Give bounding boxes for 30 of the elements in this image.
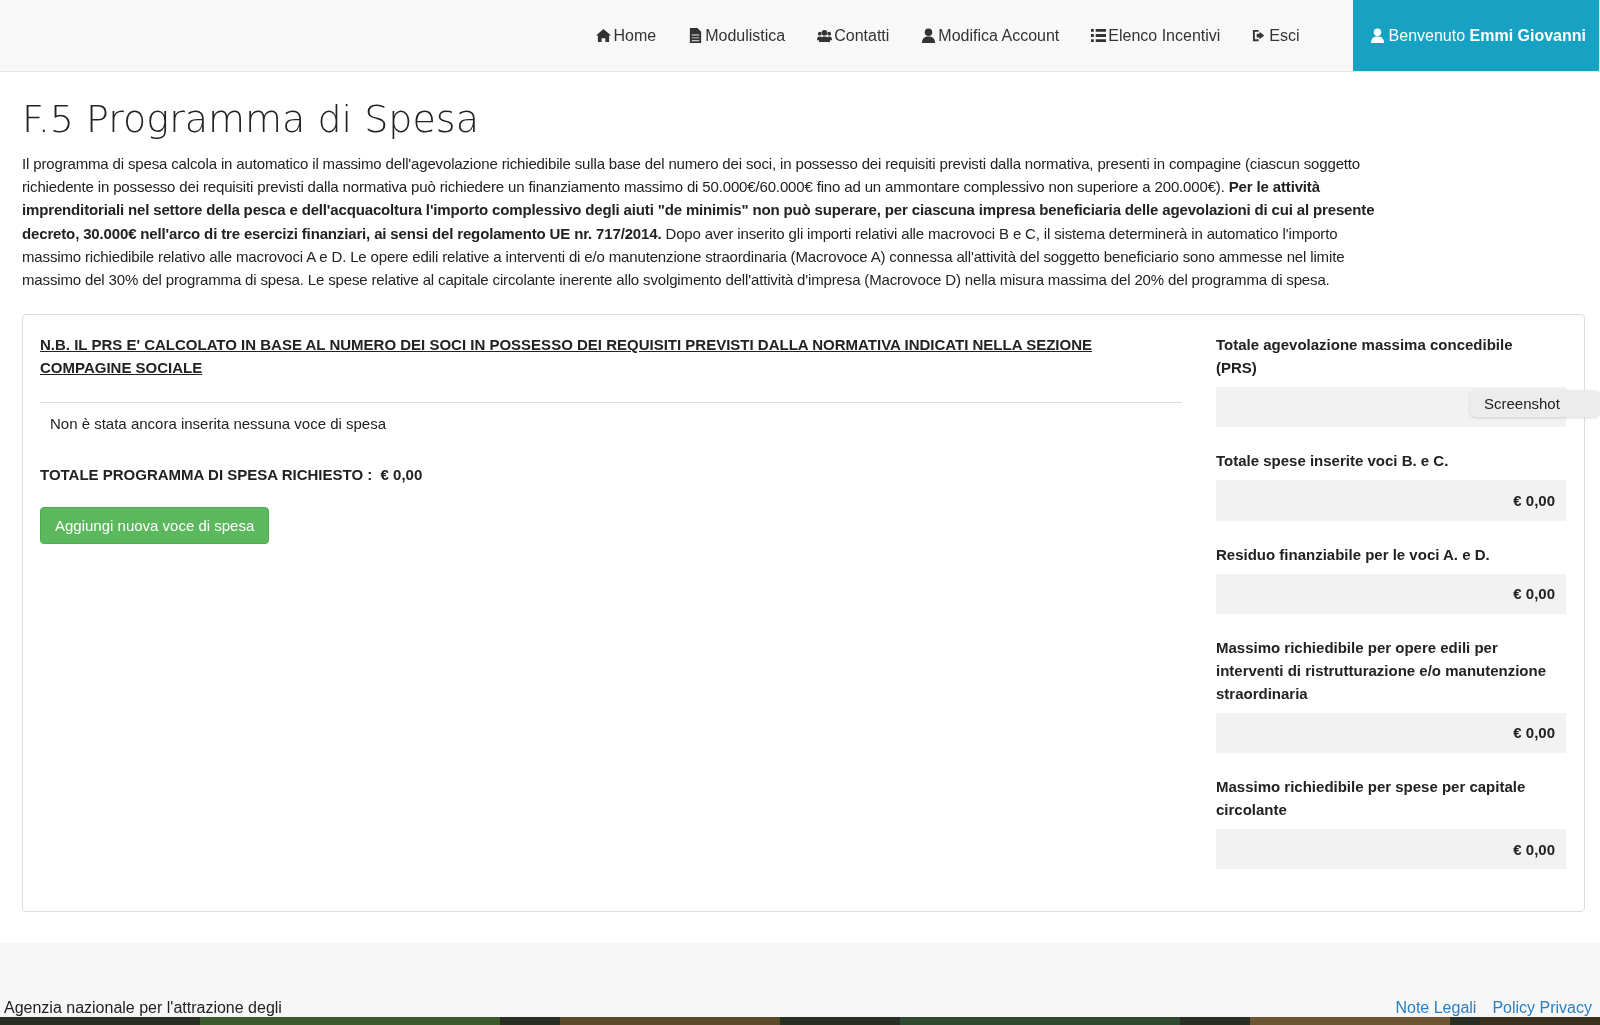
- field-label: Residuo finanziabile per le voci A. e D.: [1216, 544, 1491, 565]
- page-title: F.5 Programma di Spesa: [22, 96, 480, 142]
- nav-link[interactable]: Esci: [1237, 0, 1315, 71]
- amount-field[interactable]: € 0,00: [1216, 480, 1566, 521]
- total-text: TOTALE PROGRAMMA DI SPESA RICHIESTO : € 0,00: [40, 466, 424, 484]
- home-icon: [596, 28, 612, 43]
- amount-field[interactable]: € 0,00: [1216, 573, 1566, 614]
- nav-link[interactable]: Modifica Account: [906, 0, 1075, 71]
- field-label: Totale agevolazione massima concedibile (PRS): [1216, 335, 1514, 379]
- nav-link[interactable]: Elenco Incentivi: [1076, 0, 1236, 71]
- note-text: N.B. IL PRS E' CALCOLATO IN BASE AL NUMERO DEI SOCI IN POSSESSO DEI REQUISITI PREVISTI DALLA NORMATIVA INDICATI NELLA SEZIONE COMPAGINE SOCIALE: [40, 335, 1093, 379]
- field-label: Massimo richiedibile per spese per capitale circolante: [1216, 777, 1527, 821]
- field-label: Totale spese inserite voci B. e C.: [1216, 451, 1450, 472]
- nav-link[interactable]: Home: [581, 0, 672, 71]
- amount-field[interactable]: € 0,00: [1216, 712, 1566, 754]
- amount-field[interactable]: € 0,00: [1216, 829, 1566, 870]
- footer-link[interactable]: Policy Privacy: [1492, 999, 1592, 1017]
- empty-message: Non è stata ancora inserita nessuna voce di spesa: [49, 414, 388, 435]
- footer-link[interactable]: Note Legali: [1395, 999, 1477, 1017]
- user-icon: [1369, 28, 1385, 43]
- user-icon: [921, 28, 937, 43]
- description-paragraph: Il programma di spesa calcola in automatico il massimo dell'agevolazione richiedibile sulla base del numero dei soci, in possesso dei requisiti previsti dalla normativa, presenti in compagine (ciascun soggetto richiedente in possesso dei requisiti previsti dalla normativa può richiedere un finanziamento massimo di 50.000€/60.000€ fino ad un ammontare complessivo non superiore a 200.000€). Per le attività imprenditoriali nel settore della pesca e dell'acquacoltura l'importo complessivo degli aiuti "de minimis" non può superare, per ciascuna impresa beneficiaria delle agevolazioni di cui al presente decreto, 30.000€ nell'arco di tre esercizi finanziari, ai sensi del regolamento UE nr. 717/2014. Dopo aver inserito gli importi relativi alle macrovoci B e C, il sistema determinerà in automatico l'importo massimo richiedibile relativo alle macrovoci A e D. Le opere edili relative a interventi di e/o manutenzione straordinaria (Macrovoce A) connessa all'attività del soggetto beneficiario sono ammesse nel limite massimo del 30% del programma di spesa. Le spese relative al capitale circolante inerente allo svolgimento dell'attività d'impresa (Macrovoce D) nella misura massima del 20% del programma di spesa.: [22, 154, 1376, 290]
- footer-text: Agenzia nazionale per l'attrazione degli: [4, 999, 282, 1017]
- document-icon: [688, 28, 704, 43]
- list-icon: [1091, 28, 1107, 43]
- nav-link[interactable]: Modulistica: [673, 0, 801, 71]
- field-label: Massimo richiedibile per opere edili per interventi di ristrutturazione e/o manutenzione straordinaria: [1216, 637, 1548, 704]
- nav-link[interactable]: Contatti: [802, 0, 905, 71]
- tooltip: Screenshot: [1470, 390, 1600, 417]
- users-icon: [817, 28, 833, 43]
